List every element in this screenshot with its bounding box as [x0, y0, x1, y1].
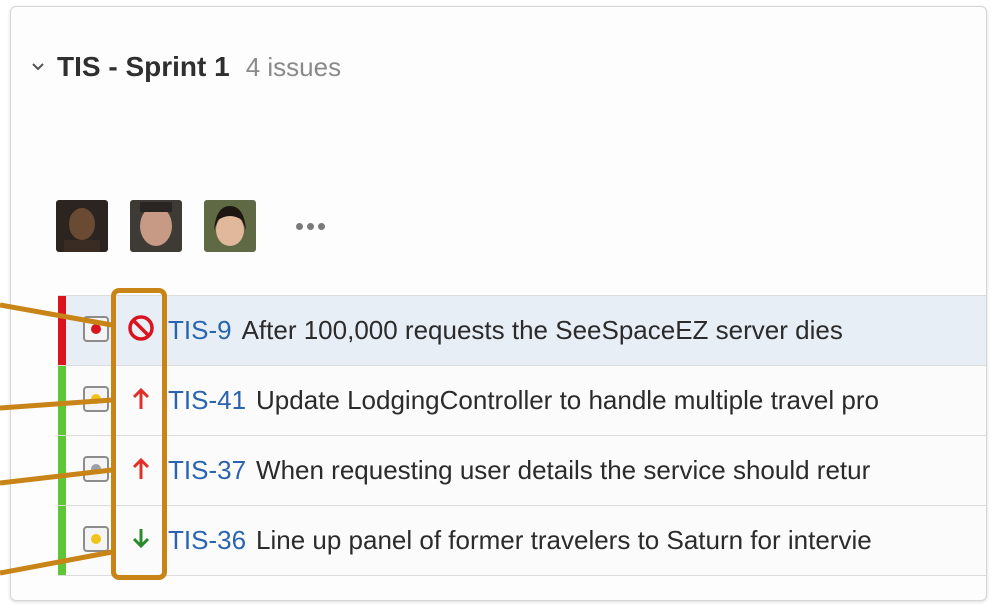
- sprint-title: TIS - Sprint 1: [57, 51, 230, 82]
- more-avatars-button[interactable]: [296, 222, 325, 230]
- assignee-avatars: [56, 200, 325, 252]
- issue-summary: After 100,000 requests the SeeSpaceEZ se…: [241, 315, 843, 345]
- sprint-header: TIS - Sprint 1 4 issues: [31, 47, 341, 87]
- avatar-user-2[interactable]: [130, 200, 182, 252]
- issue-row[interactable]: TIS-37 When requesting user details the s…: [58, 436, 986, 506]
- issue-key-link[interactable]: TIS-37: [168, 455, 246, 486]
- issue-count: 4 issues: [245, 51, 342, 82]
- issue-list: TIS-9 After 100,000 requests the SeeSpace…: [58, 295, 986, 576]
- story-icon: [83, 456, 109, 482]
- blocker-icon: [126, 313, 156, 343]
- issue-key-link[interactable]: TIS-9: [168, 315, 232, 346]
- issue-summary: Update LodgingController to handle multi…: [256, 385, 879, 415]
- sprint-panel: TIS - Sprint 1 4 issues TIS-9 After 100,0…: [10, 6, 987, 601]
- issue-row[interactable]: TIS-36 Line up panel of former travelers …: [58, 506, 986, 576]
- issue-key-link[interactable]: TIS-36: [168, 525, 246, 556]
- improvement-icon: [83, 526, 109, 552]
- priority-stripe: [58, 436, 66, 505]
- avatar-user-3[interactable]: [204, 200, 256, 252]
- chevron-down-icon[interactable]: [31, 60, 45, 74]
- issue-row[interactable]: TIS-41 Update LodgingController to handle…: [58, 366, 986, 436]
- priority-up-icon: [126, 383, 156, 413]
- priority-down-icon: [126, 523, 156, 553]
- improvement-icon: [83, 386, 109, 412]
- issue-summary: Line up panel of former travelers to Sat…: [256, 525, 872, 555]
- issue-summary: When requesting user details the service…: [256, 455, 871, 485]
- priority-stripe: [58, 296, 66, 365]
- issue-key-link[interactable]: TIS-41: [168, 385, 246, 416]
- priority-up-icon: [126, 453, 156, 483]
- avatar-user-1[interactable]: [56, 200, 108, 252]
- bug-icon: [83, 316, 109, 342]
- priority-stripe: [58, 366, 66, 435]
- issue-row[interactable]: TIS-9 After 100,000 requests the SeeSpace…: [58, 296, 986, 366]
- priority-stripe: [58, 506, 66, 575]
